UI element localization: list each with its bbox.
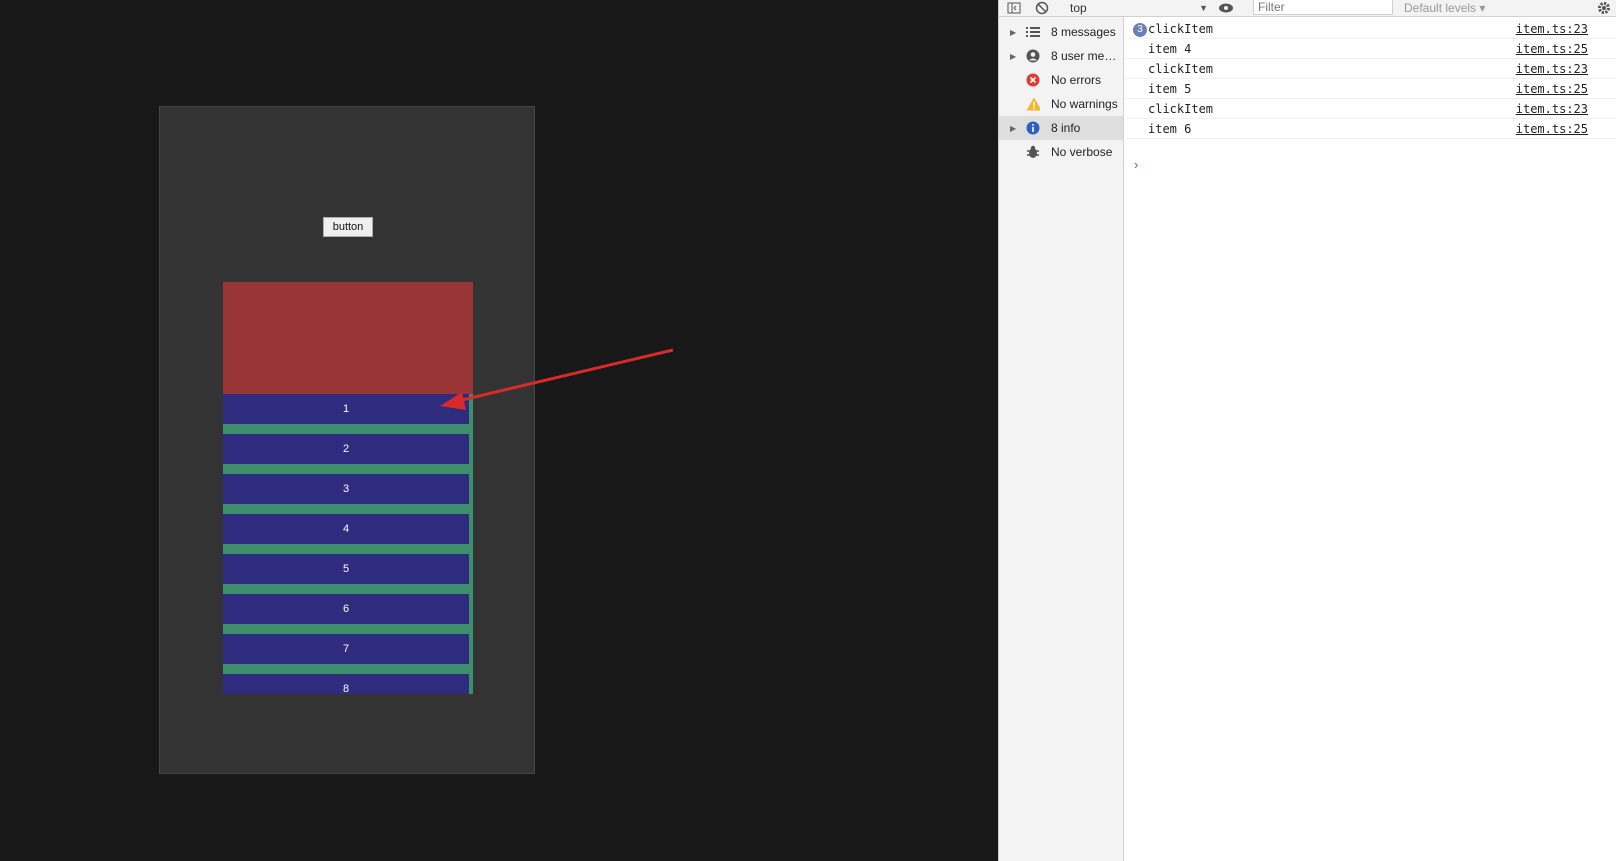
log-row[interactable]: clickItem item.ts:23	[1125, 99, 1616, 119]
sidebar-item-label: No errors	[1051, 73, 1102, 87]
sidebar-item-label: No warnings	[1051, 97, 1118, 111]
sidebar-item-info[interactable]: ▶ 8 info	[999, 116, 1123, 140]
sidebar-item-user-messages[interactable]: ▶ 8 user mes…	[999, 44, 1123, 68]
demo-button[interactable]: button	[323, 217, 373, 237]
warning-icon	[1026, 97, 1040, 111]
dropdown-arrow-icon: ▼	[1199, 3, 1208, 13]
expand-arrow-icon[interactable]: ▶	[1010, 28, 1016, 37]
log-levels-select[interactable]: Default levels ▾	[1404, 0, 1485, 16]
sidebar-item-label: 8 messages	[1051, 25, 1116, 39]
filter-input[interactable]: Filter	[1253, 0, 1393, 15]
list-icon	[1026, 25, 1040, 39]
log-message: item 6	[1148, 122, 1192, 136]
log-row[interactable]: 3 clickItem item.ts:23	[1125, 19, 1616, 39]
log-source-link[interactable]: item.ts:23	[1516, 62, 1588, 76]
log-source-link[interactable]: item.ts:23	[1516, 22, 1588, 36]
repeat-count-badge: 3	[1133, 23, 1147, 37]
sidebar-item-messages[interactable]: ▶ 8 messages	[999, 20, 1123, 44]
bug-icon	[1026, 145, 1040, 159]
gear-icon[interactable]	[1597, 0, 1611, 16]
log-source-link[interactable]: item.ts:23	[1516, 102, 1588, 116]
sidebar-item-errors[interactable]: No errors	[999, 68, 1123, 92]
log-message: clickItem	[1148, 22, 1214, 36]
list-item[interactable]: 2	[223, 434, 469, 464]
list-item[interactable]: 7	[223, 634, 469, 664]
context-select[interactable]: top ▼	[1070, 0, 1208, 16]
sidebar-toggle-icon[interactable]	[1007, 0, 1021, 16]
expand-arrow-icon[interactable]: ▶	[1010, 52, 1016, 61]
devtools-panel: top ▼ Filter Default levels ▾ ▶ 8 messag…	[998, 0, 1616, 861]
log-row[interactable]: item 5 item.ts:25	[1125, 79, 1616, 99]
eye-icon[interactable]	[1218, 0, 1234, 16]
app-preview-frame: button 1 2 3 4 5 6 7 8	[159, 106, 535, 774]
log-message: clickItem	[1148, 102, 1214, 116]
error-icon	[1026, 73, 1040, 87]
expand-arrow-icon[interactable]: ▶	[1010, 124, 1016, 133]
log-source-link[interactable]: item.ts:25	[1516, 82, 1588, 96]
clear-console-icon[interactable]	[1035, 0, 1049, 16]
sidebar-item-label: 8 info	[1051, 121, 1081, 135]
context-select-label: top	[1070, 1, 1087, 15]
scroll-list-area[interactable]: 1 2 3 4 5 6 7 8	[223, 282, 473, 694]
console-sidebar: ▶ 8 messages ▶ 8 user mes… No errors No …	[999, 17, 1124, 861]
log-source-link[interactable]: item.ts:25	[1516, 42, 1588, 56]
user-icon	[1026, 49, 1040, 63]
list-item[interactable]: 6	[223, 594, 469, 624]
list-item[interactable]: 1	[223, 394, 469, 424]
log-row[interactable]: item 6 item.ts:25	[1125, 119, 1616, 139]
log-message: clickItem	[1148, 62, 1214, 76]
sidebar-item-label: 8 user mes…	[1051, 49, 1121, 63]
list-item[interactable]: 5	[223, 554, 469, 584]
log-message: item 5	[1148, 82, 1192, 96]
sidebar-item-verbose[interactable]: No verbose	[999, 140, 1123, 164]
log-message: item 4	[1148, 42, 1192, 56]
sidebar-item-warnings[interactable]: No warnings	[999, 92, 1123, 116]
list-item[interactable]: 4	[223, 514, 469, 544]
log-row[interactable]: item 4 item.ts:25	[1125, 39, 1616, 59]
info-icon	[1026, 121, 1040, 135]
log-source-link[interactable]: item.ts:25	[1516, 122, 1588, 136]
list-header-block	[223, 282, 473, 394]
console-log: 3 clickItem item.ts:23 item 4 item.ts:25…	[1125, 17, 1616, 861]
sidebar-item-label: No verbose	[1051, 145, 1113, 159]
console-toolbar: top ▼ Filter Default levels ▾	[999, 0, 1616, 17]
list-item[interactable]: 3	[223, 474, 469, 504]
list-item[interactable]: 8	[223, 674, 469, 694]
console-prompt[interactable]: ›	[1134, 157, 1138, 172]
log-row[interactable]: clickItem item.ts:23	[1125, 59, 1616, 79]
